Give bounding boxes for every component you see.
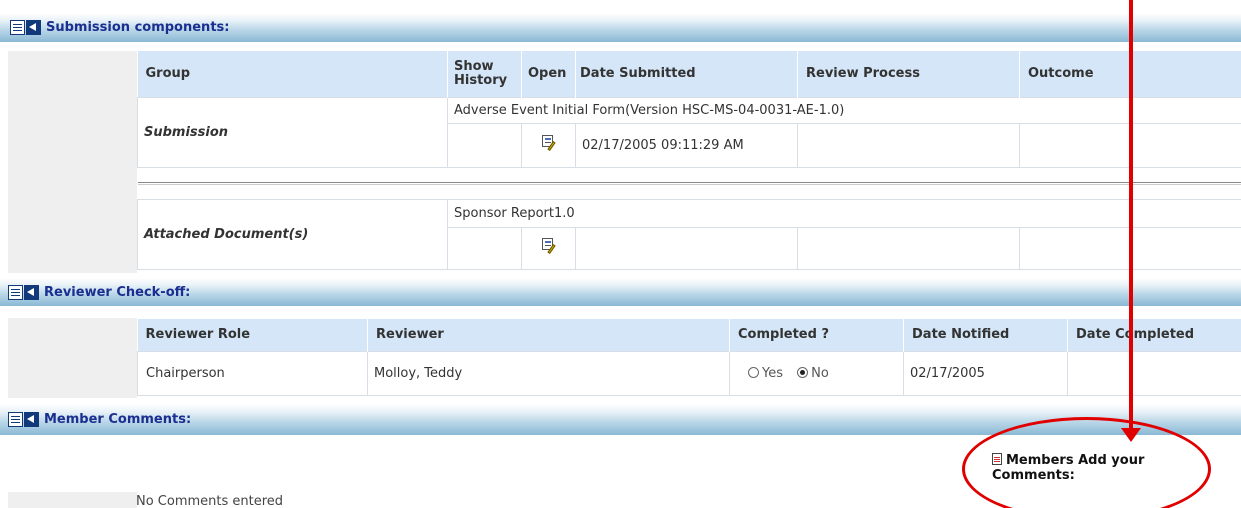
col-header-reviewer: Reviewer	[367, 319, 730, 351]
group-label-submission: Submission	[137, 96, 448, 168]
table-row: Chairperson Molloy, Teddy Yes No 02/17/2…	[137, 350, 1241, 396]
date-completed-value	[1067, 350, 1241, 396]
section-title: Member Comments:	[44, 412, 192, 427]
group-label-attached: Attached Document(s)	[137, 198, 448, 270]
review-process-value	[797, 122, 1020, 168]
collapse-toggle-icon[interactable]	[8, 411, 41, 428]
submission-form-name[interactable]: Adverse Event Initial Form(Version HSC-M…	[447, 96, 1241, 124]
left-spacer	[8, 318, 137, 398]
col-header-show-history: Show History	[447, 51, 522, 97]
date-submitted-value: 02/17/2005 09:11:29 AM	[575, 122, 798, 168]
no-comments-text: No Comments entered	[136, 494, 284, 508]
separator-row	[137, 166, 1241, 200]
open-cell	[521, 226, 576, 270]
reviewer-checkoff-table: Reviewer Role Reviewer Completed ? Date …	[137, 319, 1241, 396]
col-header-date-submitted: Date Submitted	[575, 51, 798, 97]
date-submitted-value	[575, 226, 798, 270]
collapse-toggle-icon[interactable]	[8, 284, 41, 301]
col-header-open: Open	[521, 51, 576, 97]
separator-line	[137, 181, 1241, 185]
open-cell	[521, 122, 576, 168]
show-history-cell	[447, 226, 522, 270]
reviewer-value: Molloy, Teddy	[367, 350, 730, 396]
completed-no-radio[interactable]	[797, 366, 809, 378]
yes-label: Yes	[762, 365, 783, 381]
annotation-arrow-line	[1129, 0, 1133, 432]
left-spacer	[8, 51, 137, 273]
collapse-toggle-icon[interactable]	[10, 19, 43, 36]
submission-components-header: Submission components:	[0, 13, 1241, 42]
col-header-completed: Completed ?	[729, 319, 904, 351]
completed-radio-group: Yes No	[729, 350, 904, 396]
col-header-date-completed: Date Completed	[1067, 319, 1241, 351]
col-header-group: Group	[137, 51, 448, 97]
reviewer-checkoff-header: Reviewer Check-off:	[0, 278, 1241, 306]
section-title: Reviewer Check-off:	[44, 284, 191, 300]
submission-components-table: Group Show History Open Date Submitted Re…	[137, 51, 1241, 270]
open-document-icon[interactable]	[541, 238, 557, 254]
col-header-date-notified: Date Notified	[903, 319, 1068, 351]
reviewer-role-value: Chairperson	[137, 350, 368, 396]
left-spacer	[8, 492, 137, 508]
show-history-cell	[447, 122, 522, 168]
section-title: Submission components:	[46, 20, 230, 35]
date-notified-value: 02/17/2005	[903, 350, 1068, 396]
col-header-review-process: Review Process	[797, 51, 1020, 97]
no-label: No	[811, 365, 829, 381]
open-document-icon[interactable]	[541, 135, 557, 151]
col-header-reviewer-role: Reviewer Role	[137, 319, 368, 351]
completed-yes-radio[interactable]	[748, 366, 759, 378]
attached-doc-name[interactable]: Sponsor Report1.0	[447, 198, 1241, 228]
review-process-value	[797, 226, 1020, 270]
